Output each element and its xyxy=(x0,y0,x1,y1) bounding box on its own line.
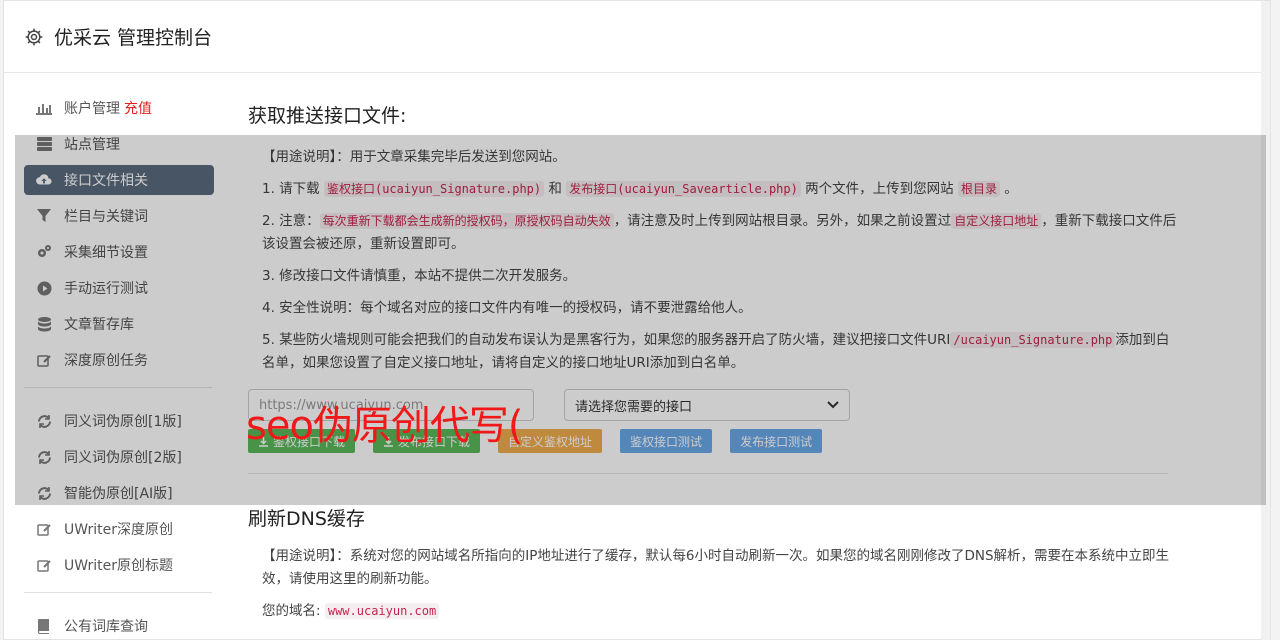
sidebar-item-account[interactable]: 账户管理 充值 xyxy=(24,93,214,123)
sidebar-item-public-lexicon[interactable]: 公有词库查询 xyxy=(24,611,214,640)
refresh-icon xyxy=(36,485,52,501)
edit-icon xyxy=(36,521,52,537)
sidebar-item-label: 公有词库查询 xyxy=(64,619,148,635)
sidebar-divider xyxy=(24,387,212,388)
interface-select[interactable]: 请选择您需要的接口 xyxy=(564,389,850,421)
sidebar-item-label: 账户管理 xyxy=(64,101,120,117)
auth-test-button[interactable]: 鉴权接口测试 xyxy=(620,429,713,453)
sidebar-item-sites[interactable]: 站点管理 xyxy=(24,129,214,159)
refresh-icon xyxy=(36,449,52,465)
sidebar-item-uwriter-title[interactable]: UWriter原创标题 xyxy=(24,550,214,580)
section-title-interface: 获取推送接口文件: xyxy=(248,105,407,127)
watermark-text: seo伪原创代写( xyxy=(246,403,524,449)
edit-icon xyxy=(36,352,52,368)
sidebar-item-label: 站点管理 xyxy=(64,137,120,153)
sidebar-item-label: 文章暂存库 xyxy=(64,317,134,333)
header-bar: 优采云 管理控制台 xyxy=(4,1,1270,73)
page-title: 优采云 管理控制台 xyxy=(54,27,213,49)
sidebar-item-manual-run[interactable]: 手动运行测试 xyxy=(24,273,214,303)
sidebar-item-label: 接口文件相关 xyxy=(64,173,148,189)
publish-test-button[interactable]: 发布接口测试 xyxy=(730,429,823,453)
section-divider xyxy=(248,473,1168,474)
database-icon xyxy=(36,316,52,332)
sidebar-item-label: 智能伪原创[AI版] xyxy=(64,486,173,502)
chevron-down-icon xyxy=(827,401,839,409)
step-2: 2. 注意： 每次重新下载都会生成新的授权码，原授权码自动失效 ，请注意及时上传到网… xyxy=(262,213,1177,252)
step-3: 3. 修改接口文件请慎重，本站不提供二次开发服务。 xyxy=(262,268,577,284)
scrollbar[interactable] xyxy=(1261,1,1270,640)
sidebar-item-columns-keywords[interactable]: 栏目与关键词 xyxy=(24,201,214,231)
cloud-upload-icon xyxy=(36,172,52,188)
dns-domain-row: 您的域名: www.ucaiyun.com xyxy=(262,600,1178,623)
sidebar-item-interface-files[interactable]: 接口文件相关 xyxy=(24,165,214,195)
interface-description: 【用途说明】：用于文章采集完毕后发送到您网站。 1. 请下载 鉴权接口(ucai… xyxy=(248,146,1178,375)
sidebar-item-collect-settings[interactable]: 采集细节设置 xyxy=(24,237,214,267)
dns-usage-note: 【用途说明】：系统对您的网站域名所指向的IP地址进行了缓存，默认每6小时自动刷新… xyxy=(262,548,1170,587)
bar-chart-icon xyxy=(36,100,52,116)
step-4: 4. 安全性说明：每个域名对应的接口文件内有唯一的授权码，请不要泄露给他人。 xyxy=(262,300,752,316)
sidebar-item-label: 手动运行测试 xyxy=(64,281,148,297)
recharge-link[interactable]: 充值 xyxy=(124,98,152,118)
sidebar-item-label: 同义词伪原创[2版] xyxy=(64,450,182,466)
dns-description: 【用途说明】：系统对您的网站域名所指向的IP地址进行了缓存，默认每6小时自动刷新… xyxy=(248,545,1178,623)
refresh-icon xyxy=(36,413,52,429)
gears-icon xyxy=(36,244,52,260)
sidebar-item-article-storage[interactable]: 文章暂存库 xyxy=(24,309,214,339)
interface-select-value: 请选择您需要的接口 xyxy=(575,399,693,415)
sidebar-item-ai-rewrite[interactable]: 智能伪原创[AI版] xyxy=(24,478,214,508)
server-icon xyxy=(36,136,52,152)
step-5: 5. 某些防火墙规则可能会把我们的自动发布误认为是黑客行为，如果您的服务器开启了… xyxy=(262,332,1170,371)
domain-value: www.ucaiyun.com xyxy=(324,603,440,619)
sidebar-item-label: 同义词伪原创[1版] xyxy=(64,414,182,430)
play-circle-icon xyxy=(36,280,52,296)
book-icon xyxy=(36,618,52,634)
sidebar-item-label: UWriter深度原创 xyxy=(64,522,173,538)
usage-note: 【用途说明】：用于文章采集完毕后发送到您网站。 xyxy=(262,149,566,165)
main-content: 获取推送接口文件: 【用途说明】：用于文章采集完毕后发送到您网站。 1. 请下载… xyxy=(248,101,1178,632)
sidebar-item-label: 深度原创任务 xyxy=(64,353,148,369)
edit-icon xyxy=(36,557,52,573)
sidebar-item-label: 采集细节设置 xyxy=(64,245,148,261)
sidebar-item-synonym-v2[interactable]: 同义词伪原创[2版] xyxy=(24,442,214,472)
sidebar-item-synonym-v1[interactable]: 同义词伪原创[1版] xyxy=(24,406,214,436)
sidebar-item-deep-original[interactable]: 深度原创任务 xyxy=(24,345,214,375)
sidebar-item-label: 栏目与关键词 xyxy=(64,209,148,225)
section-title-dns: 刷新DNS缓存 xyxy=(248,508,365,530)
app-frame: 优采云 管理控制台 账户管理 充值 站点管理 接口文件相关 栏目与关键词 采集细… xyxy=(3,0,1271,640)
gear-icon xyxy=(25,28,43,45)
sidebar-divider xyxy=(24,592,212,593)
filter-icon xyxy=(36,208,52,224)
step-1: 1. 请下载 鉴权接口(ucaiyun_Signature.php) 和 发布接… xyxy=(262,181,1018,197)
sidebar-item-label: UWriter原创标题 xyxy=(64,558,173,574)
sidebar: 账户管理 充值 站点管理 接口文件相关 栏目与关键词 采集细节设置 手动运行测试… xyxy=(24,93,214,640)
sidebar-item-uwriter-deep[interactable]: UWriter深度原创 xyxy=(24,514,214,544)
